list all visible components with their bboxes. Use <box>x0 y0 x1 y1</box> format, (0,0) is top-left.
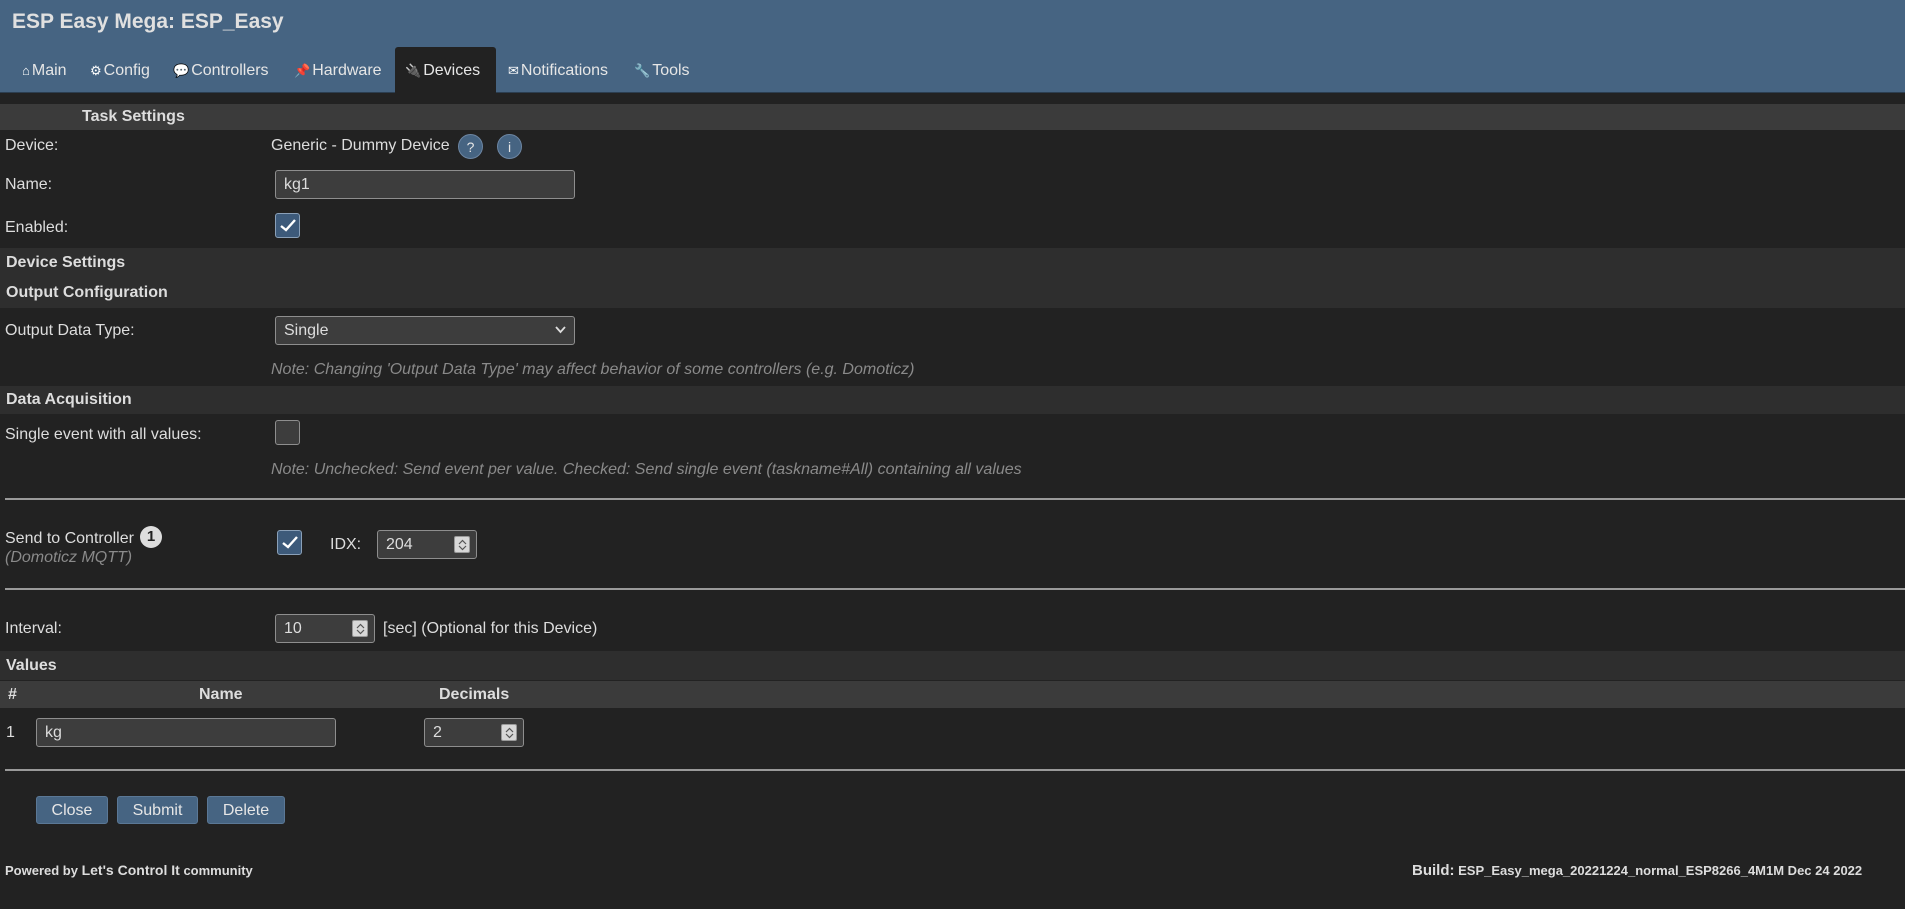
enabled-checkbox[interactable] <box>275 213 300 238</box>
brand-link[interactable]: Let's Control It <box>82 862 180 878</box>
spinner-arrows-icon <box>356 623 365 635</box>
community-text: community <box>183 863 253 878</box>
tab-label: Config <box>103 62 150 79</box>
envelope-icon: ✉ <box>508 63 519 78</box>
tab-label: Controllers <box>191 62 269 79</box>
col-name-header: Name <box>199 686 243 703</box>
controller-number-badge: 1 <box>140 526 162 548</box>
tab-main[interactable]: ⌂ Main <box>12 47 77 93</box>
tab-label: Tools <box>652 62 690 79</box>
tab-label: Notifications <box>520 62 609 79</box>
wrench-icon: 🔧 <box>634 63 651 78</box>
col-index-header: # <box>8 686 17 703</box>
chevron-down-icon <box>555 326 566 334</box>
single-event-checkbox[interactable] <box>275 420 300 445</box>
values-band: Values <box>0 651 1905 680</box>
footer-build: Build: ESP_Easy_mega_20221224_normal_ESP… <box>1412 862 1862 879</box>
close-button[interactable]: Close <box>36 796 108 824</box>
tab-label: Devices <box>423 62 481 79</box>
tab-notifications[interactable]: ✉ Notifications <box>498 47 618 93</box>
tab-tools[interactable]: 🔧 Tools <box>624 47 700 93</box>
tab-devices[interactable]: 🔌 Devices <box>395 47 496 93</box>
speech-bubble-icon: 💬 <box>173 63 190 78</box>
home-icon: ⌂ <box>22 63 30 78</box>
idx-label: IDX: <box>330 536 362 553</box>
spinner-arrows-icon <box>505 727 514 739</box>
checkmark-icon <box>280 219 296 232</box>
device-settings-title: Device Settings <box>6 254 126 271</box>
tab-hardware[interactable]: 📌 Hardware <box>284 47 392 93</box>
interval-value: 10 <box>284 620 302 637</box>
values-table-header: # Name Decimals <box>0 681 1905 708</box>
submit-button[interactable]: Submit <box>117 796 198 824</box>
device-label: Device: <box>5 137 59 154</box>
device-value: Generic - Dummy Device <box>271 137 450 154</box>
pin-icon: 📌 <box>294 63 311 78</box>
single-event-note: Note: Unchecked: Send event per value. C… <box>271 461 1022 478</box>
tab-config[interactable]: ⚙ Config <box>80 47 160 93</box>
output-type-value: Single <box>284 322 329 339</box>
help-icon[interactable]: ? <box>458 134 483 159</box>
values-title: Values <box>6 657 57 674</box>
interval-label: Interval: <box>5 620 62 637</box>
interval-suffix: [sec] (Optional for this Device) <box>383 620 598 637</box>
info-icon[interactable]: i <box>497 134 522 159</box>
name-label: Name: <box>5 176 53 193</box>
footer-powered-by: Powered by Let's Control It community <box>5 862 253 878</box>
task-settings-header: Task Settings <box>0 104 1905 130</box>
delete-button[interactable]: Delete <box>207 796 285 824</box>
divider <box>5 588 1905 590</box>
decimals-value: 2 <box>433 724 442 741</box>
data-acquisition-title: Data Acquisition <box>6 391 132 408</box>
single-event-label: Single event with all values: <box>5 426 202 443</box>
decimals-input[interactable]: 2 <box>424 718 524 747</box>
output-type-label: Output Data Type: <box>5 322 135 339</box>
enabled-label: Enabled: <box>5 219 69 236</box>
divider <box>5 498 1905 500</box>
name-input[interactable]: kg1 <box>275 170 575 199</box>
idx-input[interactable]: 204 <box>377 530 477 559</box>
divider <box>5 769 1905 771</box>
build-label: Build: <box>1412 862 1455 879</box>
data-acquisition-band: Data Acquisition <box>0 386 1905 414</box>
plug-icon: 🔌 <box>405 63 422 78</box>
idx-value: 204 <box>386 536 413 553</box>
output-type-note: Note: Changing 'Output Data Type' may af… <box>271 361 915 378</box>
gear-icon: ⚙ <box>90 63 102 78</box>
output-type-select[interactable]: Single <box>275 316 575 345</box>
interval-input[interactable]: 10 <box>275 614 375 643</box>
value-name-input[interactable]: kg <box>36 718 336 747</box>
decimals-spinner[interactable] <box>501 724 517 741</box>
checkmark-icon <box>282 536 298 549</box>
controller-name: (Domoticz MQTT) <box>5 549 133 566</box>
powered-by-text: Powered by <box>5 863 78 878</box>
interval-spinner[interactable] <box>352 620 368 637</box>
task-settings-title: Task Settings <box>82 108 185 125</box>
idx-spinner[interactable] <box>454 536 470 553</box>
app-title: ESP Easy Mega: ESP_Easy <box>12 10 284 33</box>
tab-label: Hardware <box>312 62 382 79</box>
top-header: ESP Easy Mega: ESP_Easy ⌂ Main ⚙ Config 💬 C… <box>0 0 1905 93</box>
spinner-arrows-icon <box>458 539 467 551</box>
send-controller-checkbox[interactable] <box>277 530 302 555</box>
col-decimals-header: Decimals <box>439 686 510 703</box>
send-controller-label: Send to Controller <box>5 530 134 547</box>
build-value: ESP_Easy_mega_20221224_normal_ESP8266_4M… <box>1458 863 1863 878</box>
tab-controllers[interactable]: 💬 Controllers <box>163 47 279 93</box>
value-index: 1 <box>6 724 15 741</box>
device-settings-band: Device Settings Output Configuration <box>0 248 1905 308</box>
output-config-title: Output Configuration <box>6 284 168 301</box>
tab-label: Main <box>31 62 67 79</box>
